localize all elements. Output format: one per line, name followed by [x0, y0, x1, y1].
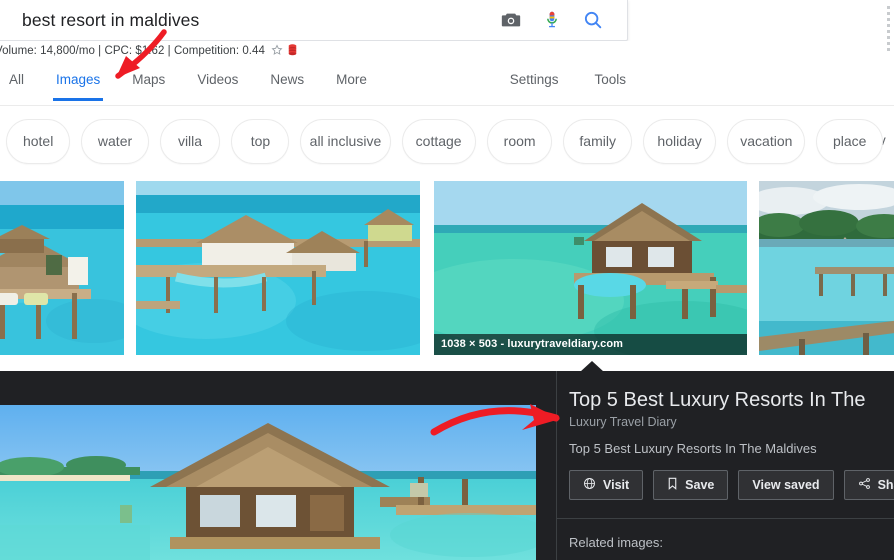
save-button-label: Save [685, 478, 715, 492]
result-title[interactable]: Top 5 Best Luxury Resorts In The [569, 388, 894, 413]
navbar-right-links: Settings Tools [510, 72, 626, 87]
navbar-inner: All Images Maps Videos News More Setting… [0, 61, 894, 105]
chip-holiday[interactable]: holiday [642, 118, 717, 164]
chip-villa[interactable]: villa [159, 118, 221, 164]
globe-icon [583, 477, 596, 493]
chip-room[interactable]: room [486, 118, 553, 164]
share-icon [858, 477, 871, 493]
tab-images[interactable]: Images [52, 72, 104, 101]
image-result-1[interactable] [0, 181, 124, 355]
save-button[interactable]: Save [653, 470, 729, 500]
search-bar-icons [499, 8, 627, 32]
google-images-search-results-page: best resort in maldives Volume: 14,800/m… [0, 0, 894, 560]
related-search-chips: hotel water villa top all inclusive cott… [0, 107, 894, 175]
view-saved-button[interactable]: View saved [738, 470, 834, 500]
microphone-icon[interactable] [540, 8, 564, 32]
overwater-bungalow-turquoise [0, 181, 124, 355]
camera-icon[interactable] [499, 8, 523, 32]
image-detail-preview[interactable] [0, 405, 536, 560]
chip-top[interactable]: top [231, 118, 290, 164]
chip-place[interactable]: place [816, 118, 883, 164]
image-results-row: 1038 × 503 - luxurytraveldiary.com [0, 181, 894, 355]
visit-button[interactable]: Visit [569, 470, 644, 500]
image-result-badge: 1038 × 503 - luxurytraveldiary.com [434, 334, 747, 355]
chip-all-inclusive[interactable]: all inclusive [300, 118, 391, 164]
search-input[interactable]: best resort in maldives [0, 10, 499, 31]
keyword-metrics-text: Volume: 14,800/mo | CPC: $1.62 | Competi… [0, 45, 265, 57]
page-scrollbar[interactable] [887, 6, 890, 52]
search-icon[interactable] [581, 8, 605, 32]
search-bar[interactable]: best resort in maldives [0, 0, 628, 41]
tab-all[interactable]: All [9, 72, 24, 99]
result-type-navbar: All Images Maps Videos News More Setting… [0, 61, 894, 148]
chip-family[interactable]: family [563, 118, 632, 164]
view-saved-button-label: View saved [752, 478, 820, 492]
tab-videos[interactable]: Videos [197, 72, 238, 99]
image-detail-panel: Top 5 Best Luxury Resorts In The Luxury … [0, 371, 894, 560]
image-result-2[interactable] [136, 181, 420, 355]
share-button[interactable]: Share [843, 470, 894, 500]
resort-waterslide-lagoon [136, 181, 420, 355]
keyword-metrics-icons [271, 43, 297, 59]
detail-divider [557, 518, 894, 519]
image-result-3[interactable]: 1038 × 503 - luxurytraveldiary.com [434, 181, 747, 355]
chip-hotel[interactable]: hotel [5, 118, 71, 164]
share-button-label: Share [877, 478, 894, 492]
tab-more[interactable]: More [336, 72, 367, 99]
image-action-buttons: Visit Save View saved Sh [569, 470, 894, 500]
row-of-thatched-villas [759, 181, 894, 355]
chip-cottage[interactable]: cottage [401, 118, 476, 164]
settings-link[interactable]: Settings [510, 72, 559, 87]
image-result-4[interactable] [759, 181, 894, 355]
visit-button-label: Visit [603, 478, 630, 492]
tab-news[interactable]: News [270, 72, 304, 99]
overwater-villa-with-deck [434, 181, 747, 355]
image-detail-info: Top 5 Best Luxury Resorts In The Luxury … [556, 371, 894, 560]
database-icon[interactable] [288, 43, 297, 59]
chip-vacation[interactable]: vacation [727, 118, 806, 164]
selected-image-caret [580, 361, 604, 372]
maldives-overwater-villa-large-preview [0, 405, 536, 560]
tab-maps[interactable]: Maps [132, 72, 165, 99]
star-outline-icon[interactable] [271, 43, 283, 59]
bookmark-icon [667, 477, 678, 493]
result-source[interactable]: Luxury Travel Diary [569, 415, 894, 429]
chip-water[interactable]: water [81, 118, 149, 164]
keyword-metrics-bar: Volume: 14,800/mo | CPC: $1.62 | Competi… [0, 41, 640, 61]
related-images-label: Related images: [569, 535, 663, 550]
result-subtitle: Top 5 Best Luxury Resorts In The Maldive… [569, 441, 817, 456]
tools-link[interactable]: Tools [594, 72, 626, 87]
